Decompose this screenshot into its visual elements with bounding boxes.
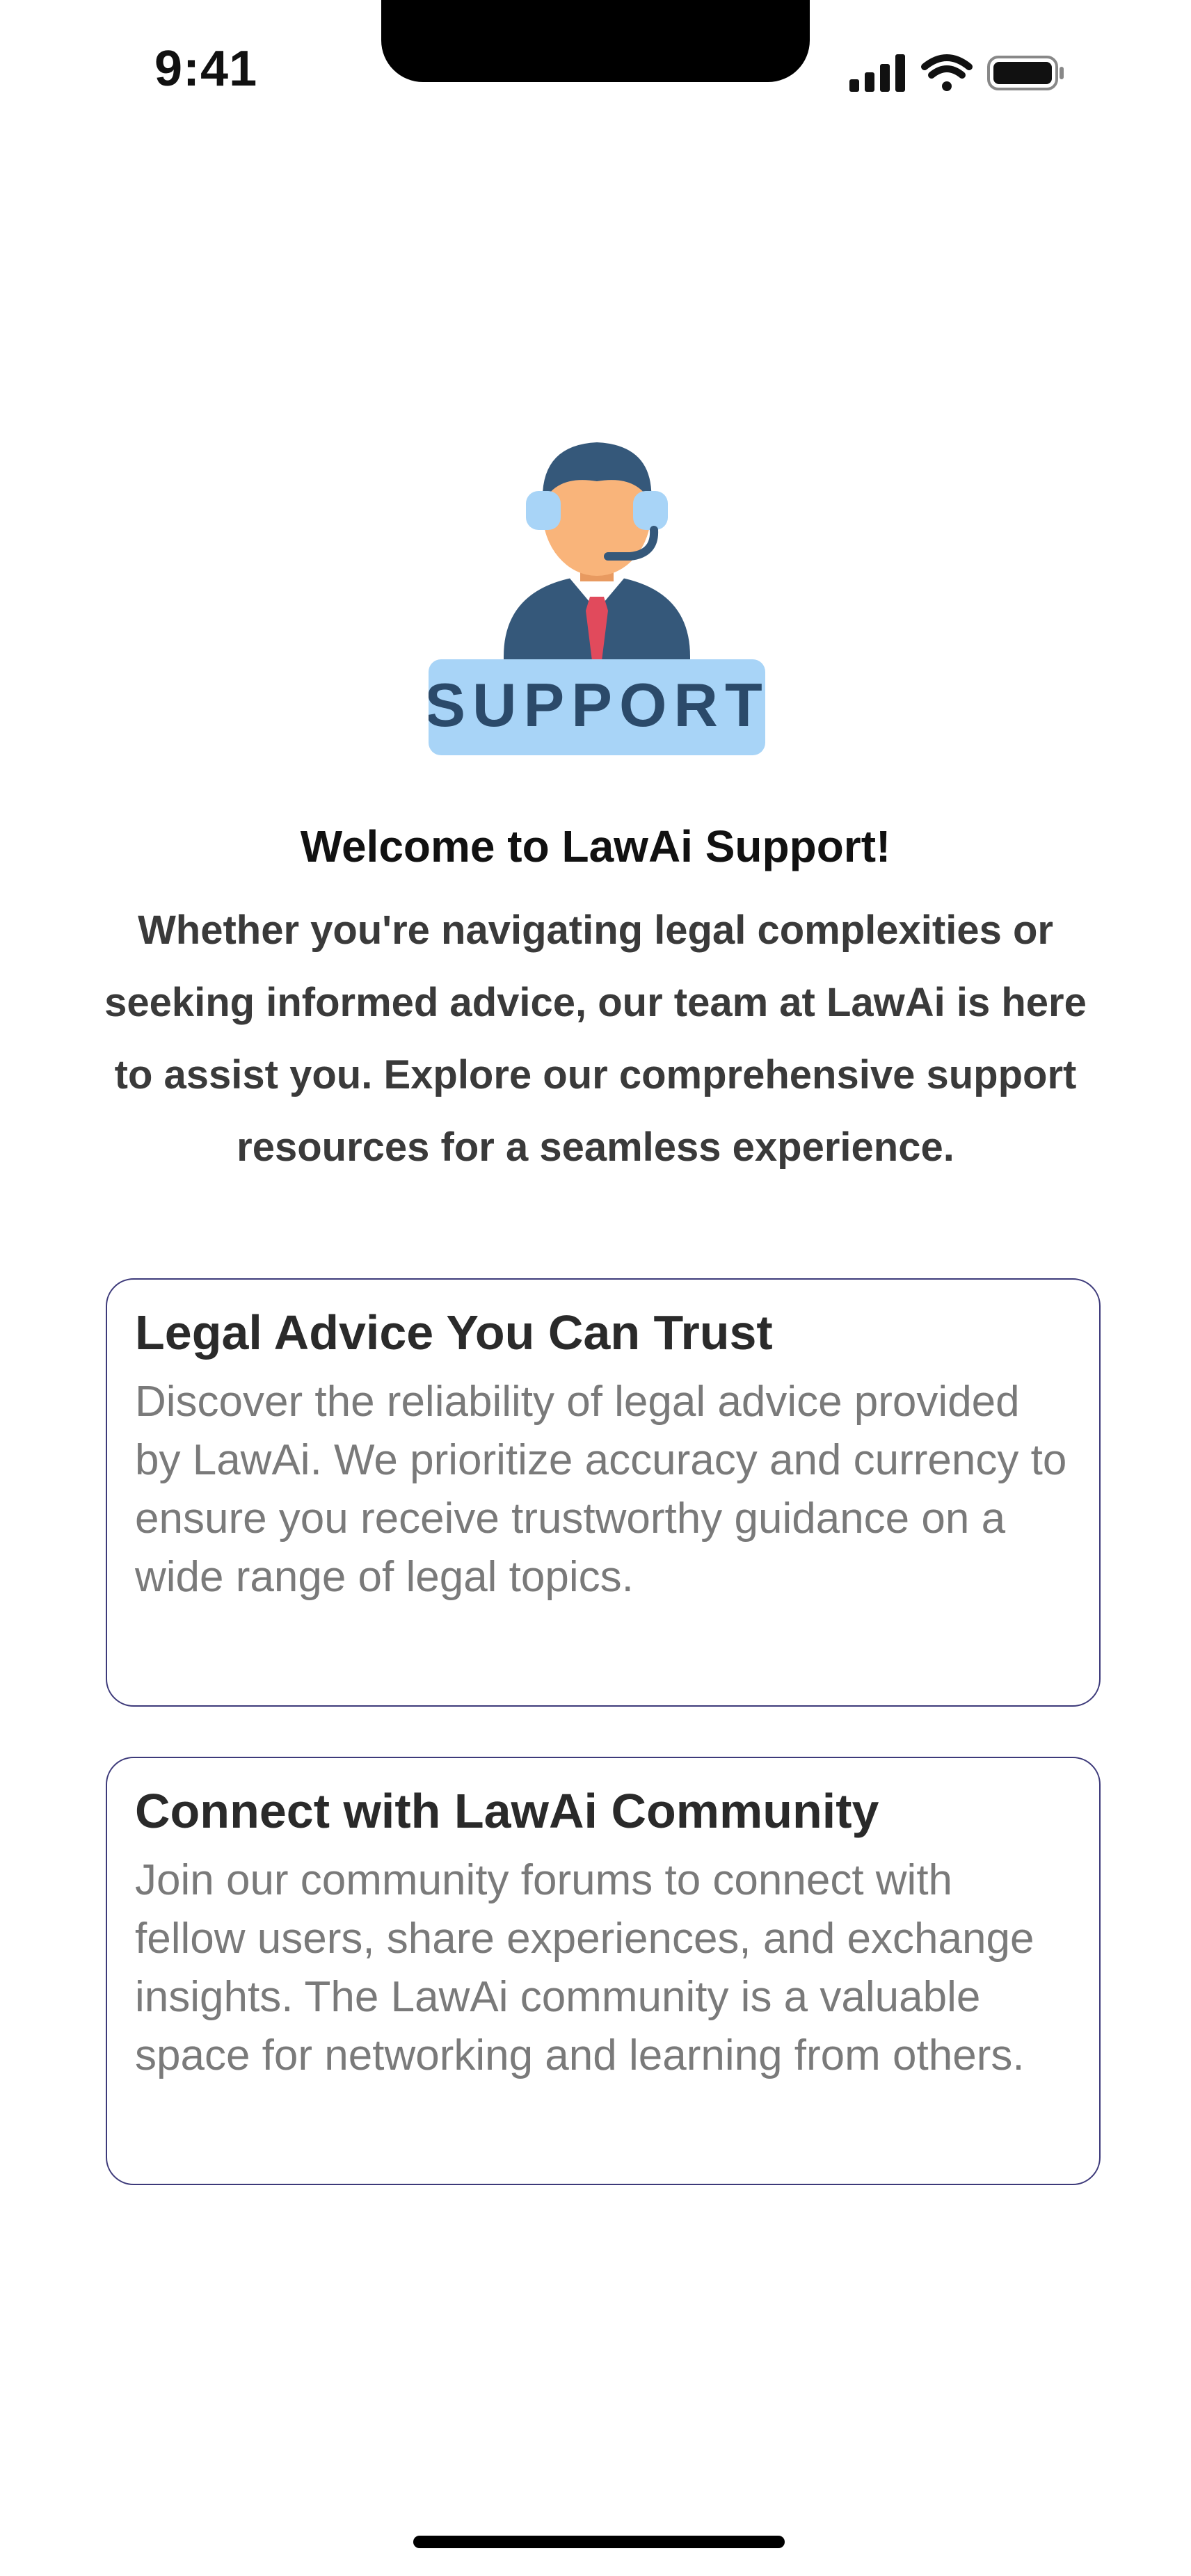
legal-advice-card[interactable]: Legal Advice You Can Trust Discover the … bbox=[106, 1278, 1101, 1707]
support-illustration: SUPPORT bbox=[424, 414, 765, 755]
welcome-description: Whether you're navigating legal complexi… bbox=[104, 908, 1087, 1170]
card-text: Join our community forums to connect wit… bbox=[135, 1856, 1034, 2079]
support-screen: 9:41 SUPPORT Welcome to LawAi Support! W… bbox=[0, 0, 1191, 2576]
support-badge-text: SUPPORT bbox=[429, 670, 765, 739]
home-indicator[interactable] bbox=[413, 2536, 785, 2548]
card-title: Connect with LawAi Community bbox=[135, 1784, 879, 1838]
support-agent-icon: SUPPORT bbox=[424, 442, 765, 755]
signal-icon bbox=[849, 54, 905, 92]
wifi-icon bbox=[921, 54, 973, 91]
battery-icon bbox=[987, 56, 1064, 90]
device-notch bbox=[381, 0, 810, 82]
card-text: Discover the reliability of legal advice… bbox=[135, 1378, 1067, 1601]
welcome-title: Welcome to LawAi Support! bbox=[300, 821, 891, 871]
status-icons bbox=[845, 53, 1068, 93]
card-title: Legal Advice You Can Trust bbox=[135, 1305, 773, 1360]
community-card[interactable]: Connect with LawAi Community Join our co… bbox=[106, 1757, 1101, 2185]
status-time: 9:41 bbox=[154, 41, 258, 97]
